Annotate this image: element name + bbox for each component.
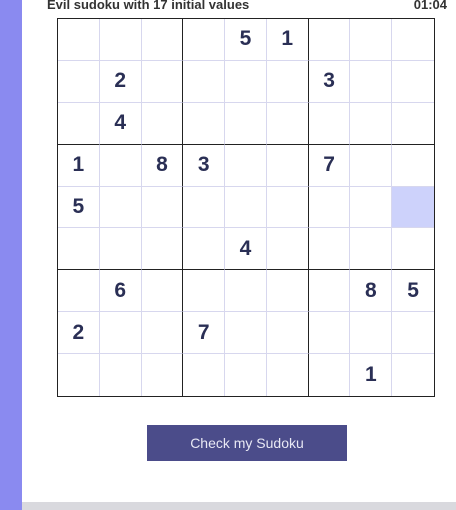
sudoku-cell-r9c4[interactable]: [183, 354, 226, 396]
sudoku-cell-r8c3[interactable]: [141, 312, 184, 355]
sudoku-cell-r7c1[interactable]: [58, 270, 100, 313]
sudoku-cell-r8c5[interactable]: [225, 312, 267, 355]
sudoku-cell-r3c2[interactable]: 4: [99, 102, 142, 145]
sudoku-cell-r6c2[interactable]: [99, 228, 142, 271]
sudoku-cell-r9c7[interactable]: [309, 354, 351, 396]
sudoku-cell-r2c7[interactable]: 3: [308, 60, 351, 103]
sudoku-cell-r8c2[interactable]: [99, 312, 142, 355]
sudoku-cell-r6c7[interactable]: [308, 228, 351, 271]
sudoku-cell-r8c8[interactable]: [350, 312, 393, 355]
sudoku-cell-r3c4[interactable]: [183, 102, 226, 145]
sudoku-cell-r7c7[interactable]: [308, 270, 351, 313]
sudoku-cell-r1c5[interactable]: 5: [225, 19, 267, 61]
sudoku-cell-r5c1[interactable]: 5: [58, 186, 100, 229]
sudoku-cell-r1c7[interactable]: [308, 19, 351, 61]
sudoku-cell-r5c3[interactable]: [141, 186, 184, 229]
sudoku-cell-r4c1[interactable]: 1: [58, 144, 100, 187]
sudoku-cell-r9c6[interactable]: [267, 354, 309, 396]
sudoku-cell-r9c2[interactable]: [100, 354, 142, 396]
sudoku-cell-r6c3[interactable]: [141, 228, 184, 271]
sudoku-cell-r7c5[interactable]: [225, 270, 267, 313]
sudoku-cell-r7c2[interactable]: 6: [99, 270, 142, 313]
sudoku-cell-r4c4[interactable]: 3: [183, 144, 226, 187]
sudoku-cell-r7c3[interactable]: [141, 270, 184, 313]
sudoku-cell-r2c5[interactable]: [225, 60, 267, 103]
sudoku-cell-r2c6[interactable]: [266, 60, 309, 103]
sudoku-cell-r5c9[interactable]: [392, 186, 434, 229]
sudoku-cell-r4c9[interactable]: [392, 145, 434, 187]
sudoku-cell-r1c4[interactable]: [183, 19, 226, 61]
sudoku-cell-r2c1[interactable]: [58, 60, 100, 103]
panel-shadow: [22, 502, 456, 510]
sudoku-cell-r1c6[interactable]: 1: [266, 19, 309, 61]
sudoku-cell-r3c9[interactable]: [392, 103, 434, 145]
sudoku-cell-r4c3[interactable]: 8: [141, 144, 184, 187]
sudoku-cell-r4c5[interactable]: [225, 144, 267, 187]
sudoku-cell-r7c8[interactable]: 8: [350, 270, 393, 313]
sudoku-cell-r1c9[interactable]: [392, 19, 434, 61]
sudoku-cell-r5c5[interactable]: [225, 186, 267, 229]
sudoku-cell-r2c4[interactable]: [183, 60, 226, 103]
sudoku-cell-r6c6[interactable]: [266, 228, 309, 271]
sudoku-cell-r3c1[interactable]: [58, 102, 100, 145]
sudoku-cell-r2c9[interactable]: [392, 61, 434, 103]
sudoku-cell-r6c8[interactable]: [350, 228, 393, 271]
sudoku-cell-r6c1[interactable]: [58, 228, 100, 271]
sudoku-cell-r9c5[interactable]: [225, 354, 267, 396]
sudoku-cell-r2c8[interactable]: [350, 60, 393, 103]
sudoku-cell-r7c9[interactable]: 5: [392, 270, 434, 313]
check-sudoku-button[interactable]: Check my Sudoku: [147, 425, 347, 461]
sudoku-cell-r6c4[interactable]: [183, 228, 226, 271]
sudoku-cell-r5c7[interactable]: [308, 186, 351, 229]
sudoku-cell-r9c8[interactable]: 1: [350, 354, 393, 396]
sudoku-cell-r9c9[interactable]: [392, 354, 434, 396]
sudoku-cell-r4c7[interactable]: 7: [308, 144, 351, 187]
sudoku-cell-r4c6[interactable]: [266, 144, 309, 187]
sudoku-cell-r5c6[interactable]: [266, 186, 309, 229]
sudoku-cell-r5c2[interactable]: [99, 186, 142, 229]
sudoku-cell-r3c5[interactable]: [225, 102, 267, 145]
sudoku-cell-r3c7[interactable]: [308, 102, 351, 145]
puzzle-title: Evil sudoku with 17 initial values: [47, 0, 250, 12]
sudoku-cell-r6c9[interactable]: [392, 228, 434, 271]
sudoku-cell-r8c4[interactable]: 7: [183, 312, 226, 355]
sudoku-cell-r2c2[interactable]: 2: [99, 60, 142, 103]
sudoku-cell-r8c1[interactable]: 2: [58, 312, 100, 355]
sudoku-cell-r3c8[interactable]: [350, 102, 393, 145]
sudoku-cell-r5c8[interactable]: [350, 186, 393, 229]
sudoku-cell-r9c1[interactable]: [58, 354, 100, 396]
sudoku-cell-r1c8[interactable]: [350, 19, 393, 61]
sudoku-cell-r1c3[interactable]: [141, 19, 184, 61]
sudoku-cell-r3c6[interactable]: [266, 102, 309, 145]
game-timer: 01:04: [413, 0, 447, 12]
sudoku-cell-r3c3[interactable]: [141, 102, 184, 145]
sudoku-cell-r5c4[interactable]: [183, 186, 226, 229]
sudoku-cell-r1c1[interactable]: [58, 19, 100, 61]
sudoku-cell-r2c3[interactable]: [141, 60, 184, 103]
sudoku-cell-r8c6[interactable]: [266, 312, 309, 355]
sudoku-grid: 51234183754685271: [57, 18, 435, 397]
sudoku-cell-r4c2[interactable]: [99, 144, 142, 187]
sudoku-cell-r4c8[interactable]: [350, 144, 393, 187]
sudoku-cell-r1c2[interactable]: [99, 19, 142, 61]
sudoku-cell-r6c5[interactable]: 4: [225, 228, 267, 271]
sudoku-cell-r8c9[interactable]: [392, 312, 434, 355]
sudoku-cell-r8c7[interactable]: [308, 312, 351, 355]
sudoku-cell-r9c3[interactable]: [142, 354, 184, 396]
sudoku-cell-r7c6[interactable]: [266, 270, 309, 313]
sudoku-cell-r7c4[interactable]: [183, 270, 226, 313]
